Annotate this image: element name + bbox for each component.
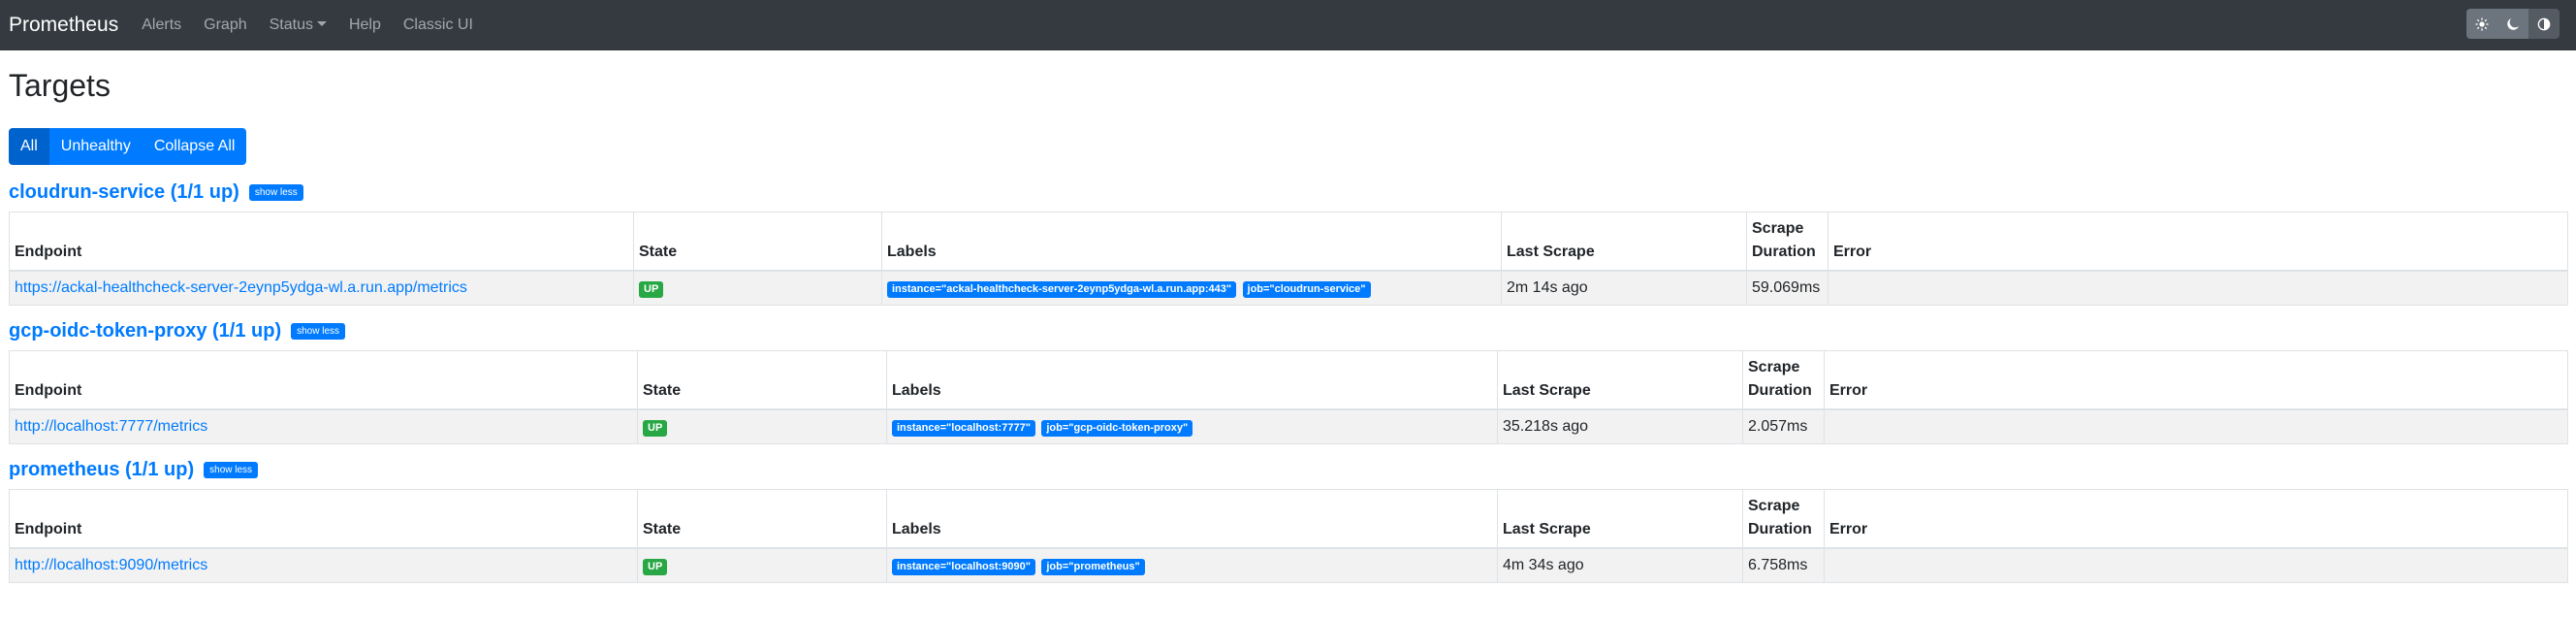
label-badge: instance="localhost:7777": [892, 419, 1035, 437]
col-scrape-duration: Scrape Duration: [1742, 489, 1825, 550]
pool-header: prometheus (1/1 up) show less: [9, 456, 2567, 483]
nav-help-link[interactable]: Help: [349, 16, 381, 34]
last-scrape-cell: 4m 34s ago: [1497, 547, 1743, 584]
theme-toggle-group: [2466, 9, 2560, 39]
endpoint-cell: https://ackal-healthcheck-server-2eynp5y…: [9, 270, 634, 307]
target-filter-group: All Unhealthy Collapse All: [9, 128, 247, 166]
filter-unhealthy-button[interactable]: Unhealthy: [48, 128, 143, 166]
half-circle-icon: [2537, 17, 2551, 30]
label-badge: job="gcp-oidc-token-proxy": [1041, 419, 1193, 437]
show-less-button[interactable]: show less: [248, 183, 303, 201]
scrape-duration-cell: 59.069ms: [1746, 270, 1829, 307]
col-labels: Labels: [881, 212, 1502, 273]
label-badge: instance="localhost:9090": [892, 558, 1035, 575]
col-scrape-duration-line2: Duration: [1748, 521, 1812, 538]
targets-table: Endpoint State Labels Last Scrape Scrape…: [9, 489, 2568, 584]
target-pool: prometheus (1/1 up) show less Endpoint S…: [9, 456, 2568, 584]
state-badge: UP: [643, 419, 668, 437]
table-header-row: Endpoint State Labels Last Scrape Scrape…: [9, 212, 2568, 273]
table-header-row: Endpoint State Labels Last Scrape Scrape…: [9, 489, 2568, 550]
targets-table: Endpoint State Labels Last Scrape Scrape…: [9, 350, 2568, 445]
nav-graph-link[interactable]: Graph: [204, 16, 246, 34]
endpoint-link[interactable]: https://ackal-healthcheck-server-2eynp5y…: [15, 279, 467, 296]
target-pool: cloudrun-service (1/1 up) show less Endp…: [9, 179, 2568, 307]
caret-down-icon: [316, 21, 327, 26]
table-header-row: Endpoint State Labels Last Scrape Scrape…: [9, 350, 2568, 411]
labels-cell: instance="localhost:9090" job="prometheu…: [886, 547, 1498, 584]
state-cell: UP: [633, 270, 882, 307]
pool-header: gcp-oidc-token-proxy (1/1 up) show less: [9, 317, 2567, 344]
state-cell: UP: [637, 408, 887, 445]
brand-link[interactable]: Prometheus: [9, 14, 118, 37]
col-state: State: [633, 212, 882, 273]
last-scrape-cell: 35.218s ago: [1497, 408, 1743, 445]
endpoint-link[interactable]: http://localhost:9090/metrics: [15, 557, 207, 573]
top-navbar: Prometheus Alerts Graph Status Help Clas…: [0, 0, 2576, 50]
col-error: Error: [1824, 489, 2568, 550]
labels-cell: instance="localhost:7777" job="gcp-oidc-…: [886, 408, 1498, 445]
theme-dark-button[interactable]: [2497, 9, 2528, 39]
col-endpoint: Endpoint: [9, 350, 638, 411]
label-badge: job="prometheus": [1041, 558, 1145, 575]
targets-table: Endpoint State Labels Last Scrape Scrape…: [9, 212, 2568, 307]
col-error: Error: [1824, 350, 2568, 411]
last-scrape-cell: 2m 14s ago: [1501, 270, 1747, 307]
col-scrape-duration: Scrape Duration: [1746, 212, 1829, 273]
pool-header: cloudrun-service (1/1 up) show less: [9, 179, 2567, 206]
col-scrape-duration-line1: Scrape: [1748, 498, 1800, 515]
col-scrape-duration-line2: Duration: [1752, 244, 1816, 261]
col-last-scrape: Last Scrape: [1497, 489, 1743, 550]
pool-title-link[interactable]: prometheus (1/1 up): [9, 459, 194, 481]
error-cell: [1824, 547, 2568, 584]
error-cell: [1824, 408, 2568, 445]
pool-title-link[interactable]: gcp-oidc-token-proxy (1/1 up): [9, 320, 281, 342]
col-scrape-duration-line1: Scrape: [1752, 220, 1804, 238]
show-less-button[interactable]: show less: [291, 322, 346, 340]
theme-light-button[interactable]: [2466, 9, 2497, 39]
error-cell: [1828, 270, 2568, 307]
target-pool: gcp-oidc-token-proxy (1/1 up) show less …: [9, 317, 2568, 445]
endpoint-cell: http://localhost:7777/metrics: [9, 408, 638, 445]
table-row: https://ackal-healthcheck-server-2eynp5y…: [9, 270, 2568, 307]
sun-icon: [2475, 16, 2489, 31]
collapse-all-button[interactable]: Collapse All: [142, 128, 247, 166]
endpoint-cell: http://localhost:9090/metrics: [9, 547, 638, 584]
main-content: Targets All Unhealthy Collapse All cloud…: [0, 67, 2576, 584]
nav-alerts-link[interactable]: Alerts: [142, 16, 181, 34]
col-labels: Labels: [886, 489, 1498, 550]
col-last-scrape: Last Scrape: [1501, 212, 1747, 273]
col-state: State: [637, 489, 887, 550]
labels-cell: instance="ackal-healthcheck-server-2eynp…: [881, 270, 1502, 307]
state-cell: UP: [637, 547, 887, 584]
endpoint-link[interactable]: http://localhost:7777/metrics: [15, 418, 207, 435]
moon-icon: [2507, 17, 2520, 30]
show-less-button[interactable]: show less: [204, 461, 259, 478]
col-endpoint: Endpoint: [9, 489, 638, 550]
scrape-duration-cell: 6.758ms: [1742, 547, 1825, 584]
col-last-scrape: Last Scrape: [1497, 350, 1743, 411]
col-labels: Labels: [886, 350, 1498, 411]
page-title: Targets: [9, 68, 111, 103]
nav-status-label: Status: [269, 16, 313, 33]
label-badge: job="cloudrun-service": [1242, 280, 1371, 298]
label-badge: instance="ackal-healthcheck-server-2eynp…: [887, 280, 1237, 298]
scrape-duration-cell: 2.057ms: [1742, 408, 1825, 445]
col-error: Error: [1828, 212, 2568, 273]
nav-status-dropdown[interactable]: Status: [270, 16, 327, 34]
col-state: State: [637, 350, 887, 411]
theme-auto-button[interactable]: [2528, 9, 2560, 39]
table-row: http://localhost:9090/metrics UP instanc…: [9, 547, 2568, 584]
col-scrape-duration-line2: Duration: [1748, 382, 1812, 400]
table-row: http://localhost:7777/metrics UP instanc…: [9, 408, 2568, 445]
col-scrape-duration: Scrape Duration: [1742, 350, 1825, 411]
state-badge: UP: [639, 280, 664, 298]
pool-title-link[interactable]: cloudrun-service (1/1 up): [9, 181, 239, 204]
col-endpoint: Endpoint: [9, 212, 634, 273]
col-scrape-duration-line1: Scrape: [1748, 359, 1800, 376]
nav-classic-ui-link[interactable]: Classic UI: [403, 16, 473, 34]
filter-all-button[interactable]: All: [9, 128, 49, 166]
state-badge: UP: [643, 558, 668, 575]
